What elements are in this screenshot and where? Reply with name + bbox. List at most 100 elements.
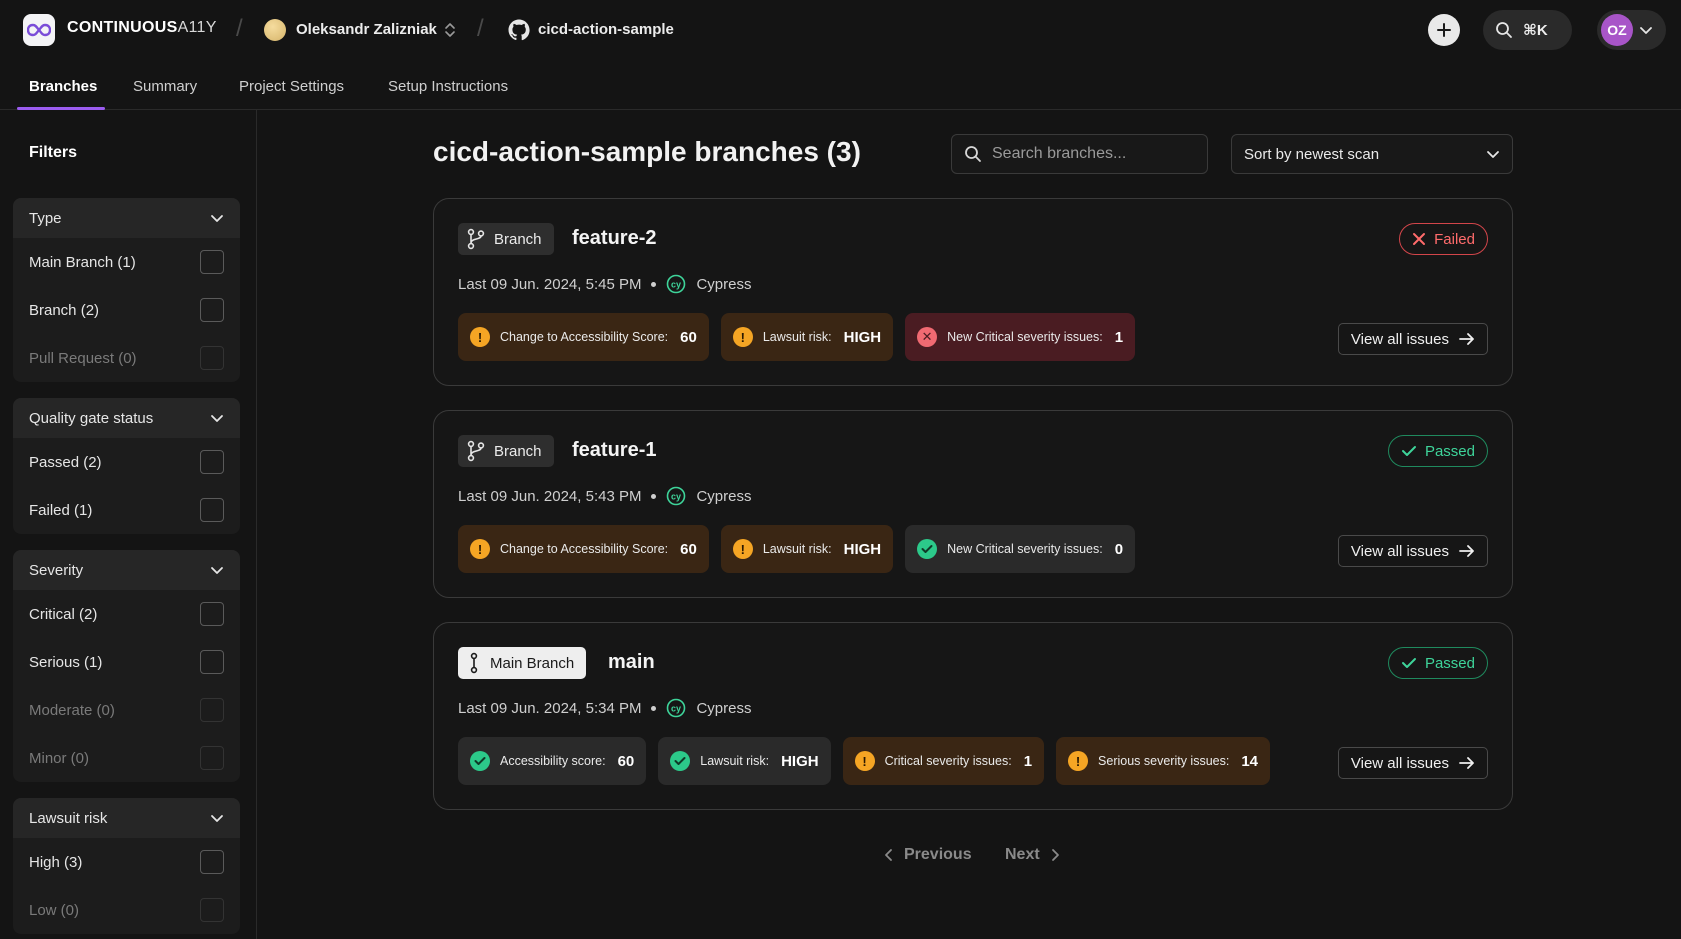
filter-option: Low (0) <box>13 886 240 934</box>
chevron-up-down-icon[interactable] <box>443 20 457 40</box>
branch-card[interactable]: Branch feature-1 Passed Last 09 Jun. 202… <box>433 410 1513 598</box>
filter-option[interactable]: Passed (2) <box>13 438 240 486</box>
tab-branches[interactable]: Branches <box>29 78 97 95</box>
metric-value: 14 <box>1241 752 1259 770</box>
view-all-issues-label: View all issues <box>1350 754 1449 772</box>
filter-group-severity: Severity Critical (2) Serious (1) Modera… <box>13 550 240 782</box>
sort-select[interactable]: Sort by newest scan <box>1231 134 1513 174</box>
filter-checkbox[interactable] <box>200 850 224 874</box>
tab-project-settings[interactable]: Project Settings <box>239 78 344 95</box>
arrow-right-icon <box>1459 333 1474 345</box>
tab-setup-instructions[interactable]: Setup Instructions <box>388 78 508 95</box>
filter-group-header[interactable]: Lawsuit risk <box>13 798 240 838</box>
filter-group-quality-gate: Quality gate status Passed (2) Failed (1… <box>13 398 240 534</box>
separator-dot <box>651 493 657 499</box>
filter-option-label: Minor (0) <box>29 749 90 767</box>
filter-option-label: Low (0) <box>29 901 80 919</box>
view-all-issues-button[interactable]: View all issues <box>1337 535 1488 567</box>
account-menu-button[interactable]: OZ <box>1597 10 1666 50</box>
branch-name[interactable]: feature-2 <box>572 227 656 250</box>
repo-name[interactable]: cicd-action-sample <box>538 21 674 38</box>
filter-checkbox[interactable] <box>200 602 224 626</box>
filter-checkbox[interactable] <box>200 650 224 674</box>
filter-option[interactable]: High (3) <box>13 838 240 886</box>
filter-group-title: Lawsuit risk <box>29 809 108 827</box>
check-circle-icon <box>670 751 691 771</box>
metric-label: Critical severity issues: <box>884 754 1012 768</box>
branch-search[interactable] <box>951 134 1208 174</box>
filter-option[interactable]: Main Branch (1) <box>13 238 240 286</box>
metric-label: Change to Accessibility Score: <box>500 542 669 556</box>
branch-name[interactable]: feature-1 <box>572 439 656 462</box>
tab-summary[interactable]: Summary <box>133 78 197 95</box>
tool-name: Cypress <box>696 699 752 717</box>
filter-checkbox <box>200 346 224 370</box>
user-switcher-name[interactable]: Oleksandr Zalizniak <box>296 21 437 38</box>
metric-chip: New Critical severity issues: 0 <box>905 525 1136 573</box>
scan-meta: Last 09 Jun. 2024, 5:34 PM cy Cypress <box>458 698 751 718</box>
filter-group-lawsuit-risk: Lawsuit risk High (3) Low (0) <box>13 798 240 934</box>
next-page-button[interactable]: Next <box>1005 846 1060 864</box>
app-logo[interactable] <box>23 14 55 46</box>
search-icon <box>965 146 981 162</box>
git-commit-icon <box>470 652 478 674</box>
sort-select-value: Sort by newest scan <box>1244 145 1380 163</box>
metric-label: New Critical severity issues: <box>947 330 1103 344</box>
svg-text:cy: cy <box>671 492 681 502</box>
chevron-down-icon <box>1487 151 1499 158</box>
svg-text:cy: cy <box>671 704 681 714</box>
metric-chip: ! Critical severity issues: 1 <box>842 737 1045 785</box>
metric-label: Serious severity issues: <box>1098 754 1230 768</box>
metric-label: New Critical severity issues: <box>947 542 1103 556</box>
metric-value: 60 <box>680 540 697 558</box>
warning-icon: ! <box>732 327 753 347</box>
filter-checkbox[interactable] <box>200 450 224 474</box>
search-input[interactable] <box>992 145 1192 163</box>
filter-option: Pull Request (0) <box>13 334 240 382</box>
status-badge: Passed <box>1387 647 1488 679</box>
brand-name[interactable]: CONTINUOUSA11Y <box>67 19 217 37</box>
filter-option[interactable]: Branch (2) <box>13 286 240 334</box>
branch-type-badge: Main Branch <box>458 647 587 679</box>
previous-page-label: Previous <box>904 846 972 863</box>
check-circle-icon <box>917 539 938 559</box>
filter-checkbox[interactable] <box>200 250 224 274</box>
filter-option[interactable]: Serious (1) <box>13 638 240 686</box>
breadcrumb-separator: / <box>236 15 243 42</box>
branch-card[interactable]: Main Branch main Passed Last 09 Jun. 202… <box>433 622 1513 810</box>
view-all-issues-button[interactable]: View all issues <box>1337 323 1488 355</box>
previous-page-button[interactable]: Previous <box>884 846 972 864</box>
filter-group-header[interactable]: Type <box>13 198 240 238</box>
project-tabs: Branches Summary Project Settings Setup … <box>0 60 1681 110</box>
filter-group-header[interactable]: Severity <box>13 550 240 590</box>
filter-group-title: Severity <box>29 561 84 579</box>
filter-checkbox[interactable] <box>200 298 224 322</box>
metric-label: Change to Accessibility Score: <box>500 330 669 344</box>
scan-meta: Last 09 Jun. 2024, 5:45 PM cy Cypress <box>458 274 751 294</box>
view-all-issues-button[interactable]: View all issues <box>1337 747 1488 779</box>
status-badge: Passed <box>1387 435 1488 467</box>
create-button[interactable] <box>1428 14 1460 46</box>
warning-icon: ! <box>470 327 490 347</box>
brand-bold: CONTINUOUS <box>67 19 178 36</box>
filters-sidebar: Filters Type Main Branch (1) Branch (2) … <box>0 110 257 939</box>
filters-title: Filters <box>29 144 78 161</box>
check-icon <box>1401 658 1416 668</box>
command-search-button[interactable]: ⌘K <box>1483 10 1572 50</box>
separator-dot <box>651 281 657 287</box>
filter-option[interactable]: Failed (1) <box>13 486 240 534</box>
chevron-down-icon <box>211 415 223 422</box>
filter-option-label: Moderate (0) <box>29 701 115 719</box>
branch-card[interactable]: Branch feature-2 Failed Last 09 Jun. 202… <box>433 198 1513 386</box>
metric-label: Accessibility score: <box>500 754 606 768</box>
branch-name[interactable]: main <box>608 651 655 674</box>
last-scan-time: Last 09 Jun. 2024, 5:43 PM <box>458 487 642 505</box>
metrics-row: ! Change to Accessibility Score: 60 ! La… <box>458 313 1136 361</box>
metric-chip: Lawsuit risk: HIGH <box>658 737 831 785</box>
filter-checkbox[interactable] <box>200 498 224 522</box>
chevron-down-icon <box>211 815 223 822</box>
branch-type-badge: Branch <box>458 435 554 467</box>
filter-group-header[interactable]: Quality gate status <box>13 398 240 438</box>
check-icon <box>1401 446 1416 456</box>
filter-option[interactable]: Critical (2) <box>13 590 240 638</box>
